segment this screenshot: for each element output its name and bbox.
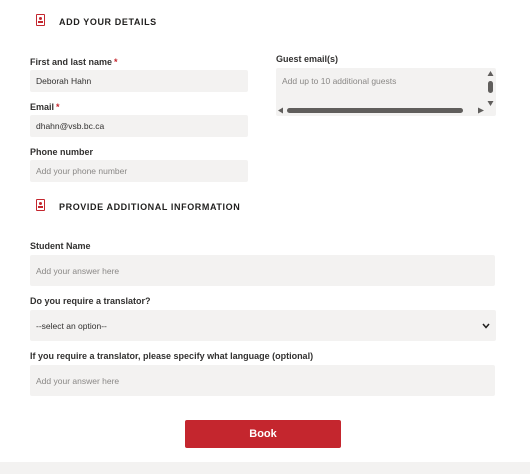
person-card-icon — [36, 14, 45, 26]
email-label-text: Email — [30, 102, 55, 112]
footer-divider — [0, 462, 530, 474]
guest-emails-placeholder: Add up to 10 additional guests — [282, 76, 397, 86]
name-label-text: First and last name — [30, 57, 113, 67]
student-name-placeholder: Add your answer here — [36, 265, 120, 276]
student-name-label: Student Name — [30, 241, 91, 251]
vertical-scrollbar-graphic — [487, 71, 494, 106]
email-label: Email * — [30, 102, 60, 112]
required-marker: * — [114, 57, 118, 67]
chevron-down-icon — [482, 323, 490, 329]
person-card-icon — [36, 199, 45, 211]
translator-select[interactable]: --select an option-- — [30, 310, 496, 341]
email-value: dhahn@vsb.bc.ca — [36, 121, 105, 131]
name-value: Deborah Hahn — [36, 76, 92, 86]
details-section-title: ADD YOUR DETAILS — [59, 17, 157, 27]
horizontal-scrollbar[interactable] — [278, 106, 484, 114]
phone-placeholder: Add your phone number — [36, 166, 128, 176]
horizontal-scrollbar-graphic — [278, 107, 484, 114]
language-label: If you require a translator, please spec… — [30, 351, 314, 361]
vertical-scrollbar[interactable] — [487, 71, 494, 106]
phone-label: Phone number — [30, 147, 94, 157]
additional-section-title: PROVIDE ADDITIONAL INFORMATION — [59, 202, 241, 212]
name-label: First and last name * — [30, 57, 118, 67]
book-button[interactable]: Book — [185, 420, 341, 448]
language-field[interactable]: Add your answer here — [30, 365, 495, 396]
required-marker: * — [56, 102, 60, 112]
guest-emails-label: Guest email(s) — [276, 54, 339, 64]
guest-emails-textarea[interactable]: Add up to 10 additional guests — [276, 68, 496, 116]
student-name-field[interactable]: Add your answer here — [30, 255, 495, 286]
phone-field[interactable]: Add your phone number — [30, 160, 248, 182]
name-field[interactable]: Deborah Hahn — [30, 70, 248, 92]
translator-label: Do you require a translator? — [30, 296, 151, 306]
language-placeholder: Add your answer here — [36, 375, 120, 386]
translator-selected-value: --select an option-- — [36, 320, 107, 331]
email-field[interactable]: dhahn@vsb.bc.ca — [30, 115, 248, 137]
